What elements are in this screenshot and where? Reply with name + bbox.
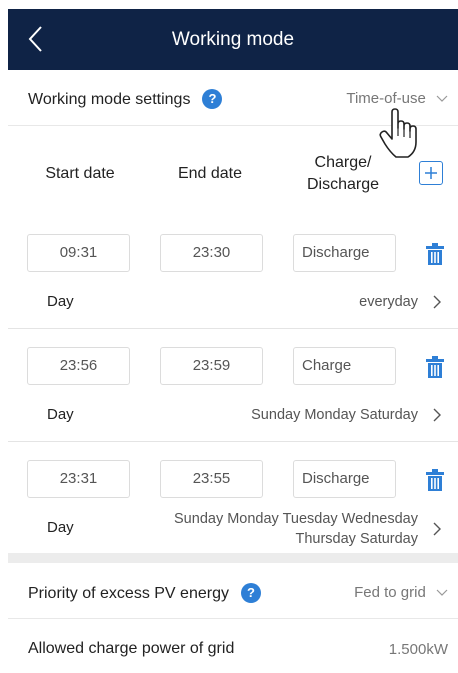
page-title: Working mode (171, 29, 295, 50)
chevron-right-icon[interactable] (432, 408, 442, 422)
working-mode-value: Time-of-use (346, 90, 426, 107)
charge-power-label: Allowed charge power of grid (28, 640, 235, 657)
trash-icon[interactable] (426, 243, 444, 265)
priority-label: Priority of excess PV energy (28, 585, 229, 602)
priority-select[interactable]: Fed to grid (354, 584, 448, 601)
mode-field[interactable]: Discharge (293, 460, 396, 498)
divider (8, 441, 458, 442)
chevron-down-icon (436, 95, 448, 102)
day-value[interactable]: Sunday Monday Tuesday Wednesday Thursday… (174, 509, 418, 549)
schedule-entry: 23:31 23:55 Discharge Day Sunday Monday … (8, 459, 458, 553)
add-schedule-button[interactable] (419, 161, 443, 185)
help-icon[interactable]: ? (202, 89, 223, 109)
divider (8, 328, 458, 329)
mode-field[interactable]: Discharge (293, 234, 396, 272)
end-time-field[interactable]: 23:55 (160, 460, 263, 498)
schedule-entry: 23:56 23:59 Charge Day Sunday Monday Sat… (8, 346, 458, 441)
end-time-field[interactable]: 23:30 (160, 234, 263, 272)
end-time-field[interactable]: 23:59 (160, 347, 263, 385)
schedule-entry: 09:31 23:30 Discharge Day everyday (8, 233, 458, 328)
add-icon (425, 167, 437, 179)
help-icon[interactable]: ? (240, 583, 261, 603)
chevron-right-icon[interactable] (432, 522, 442, 536)
day-value[interactable]: everyday (359, 292, 418, 312)
day-value-line1: Sunday Monday Tuesday Wednesday (174, 511, 418, 527)
mode-field[interactable]: Charge (293, 347, 396, 385)
end-date-header: End date (177, 165, 243, 182)
day-value-line1: Sunday Monday Saturday (251, 407, 418, 423)
working-mode-label-wrap: Working mode settings? (28, 89, 223, 109)
chevron-down-icon (436, 589, 448, 596)
hand-cursor-icon (379, 108, 417, 158)
charge-power-row[interactable]: Allowed charge power of grid 1.500kW (8, 620, 458, 673)
day-value[interactable]: Sunday Monday Saturday (251, 405, 418, 425)
start-time-field[interactable]: 09:31 (27, 234, 130, 272)
working-mode-label: Working mode settings (28, 91, 191, 108)
section-separator (8, 553, 458, 563)
day-value-line1: everyday (359, 294, 418, 310)
charge-power-value[interactable]: 1.500kW (389, 641, 448, 658)
priority-row[interactable]: Priority of excess PV energy? Fed to gri… (8, 563, 458, 619)
day-value-line2: Thursday Saturday (295, 531, 418, 547)
priority-value: Fed to grid (354, 584, 426, 601)
day-label: Day (47, 519, 74, 536)
start-date-header: Start date (45, 165, 115, 182)
start-time-field[interactable]: 23:56 (27, 347, 130, 385)
trash-icon[interactable] (426, 356, 444, 378)
priority-label-wrap: Priority of excess PV energy? (28, 583, 261, 603)
app-header: Working mode (8, 9, 458, 70)
day-label: Day (47, 293, 74, 310)
trash-icon[interactable] (426, 469, 444, 491)
working-mode-select[interactable]: Time-of-use (346, 90, 448, 107)
charge-header-line2: Discharge (306, 176, 380, 193)
day-label: Day (47, 406, 74, 423)
chevron-right-icon[interactable] (432, 295, 442, 309)
start-time-field[interactable]: 23:31 (27, 460, 130, 498)
